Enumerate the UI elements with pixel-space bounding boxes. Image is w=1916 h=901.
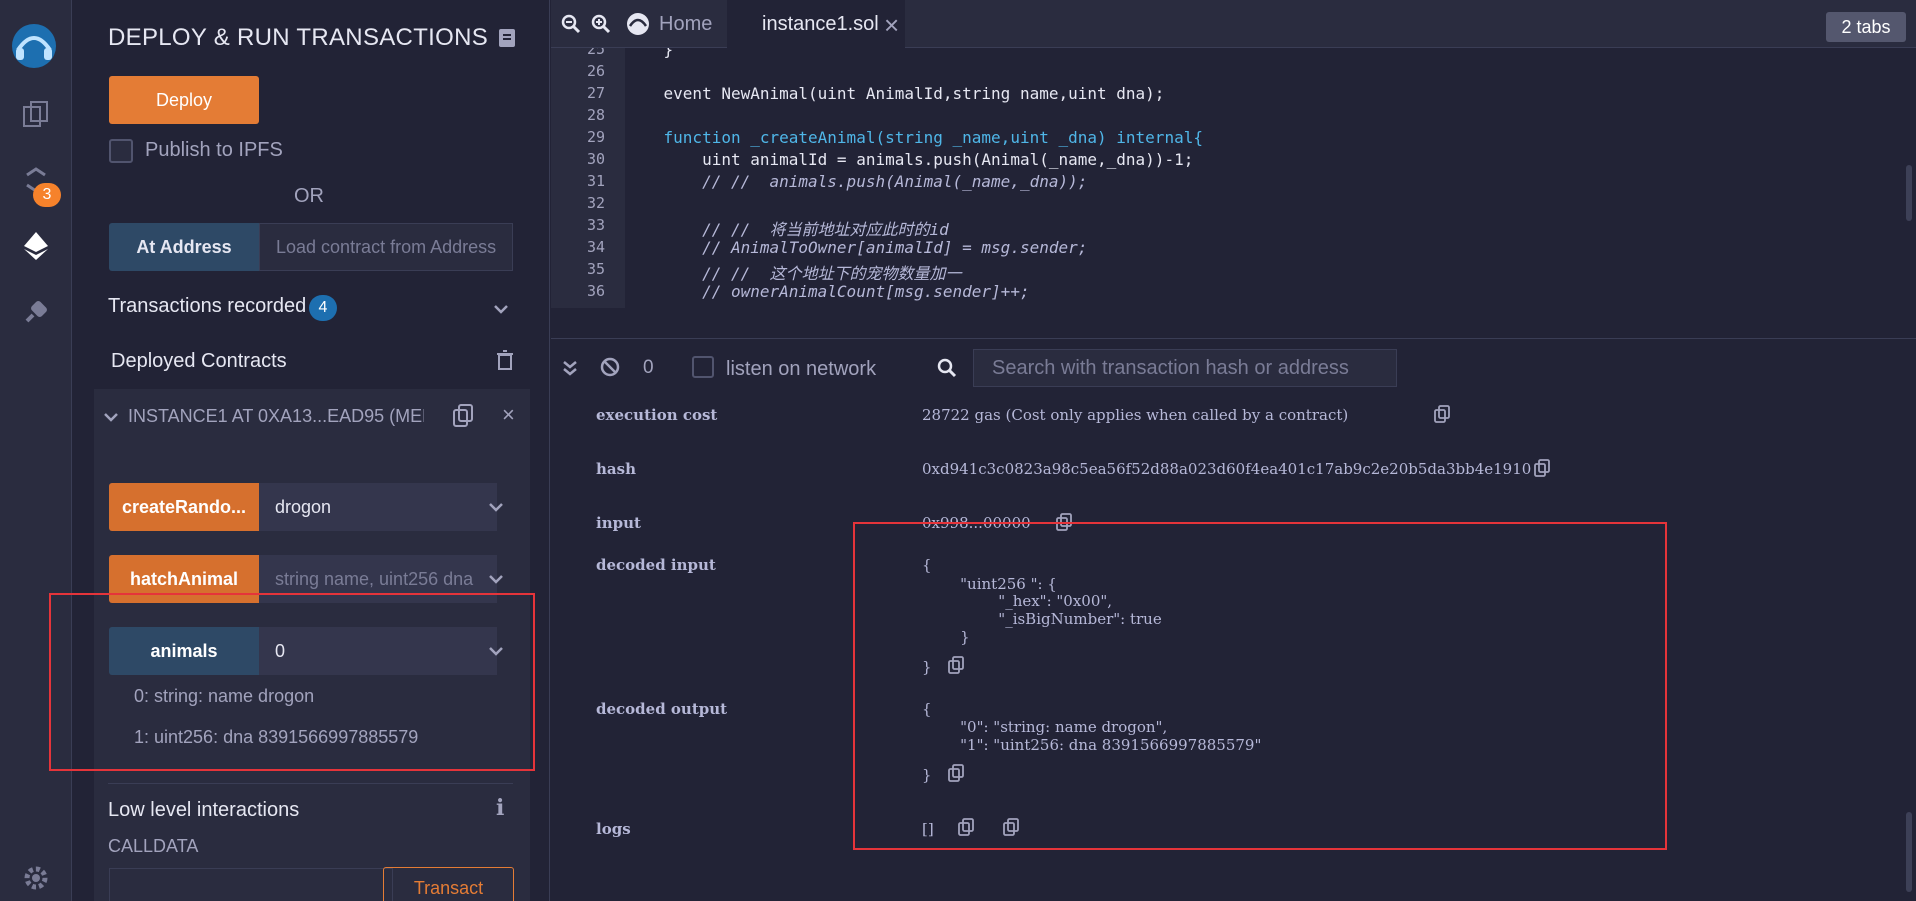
clear-console-icon[interactable]	[600, 357, 620, 382]
execution-cost-value: 28722 gas (Cost only applies when called…	[922, 406, 1349, 424]
decoded-output-label: decoded output	[596, 700, 728, 718]
instance-chevron-icon[interactable]	[100, 406, 122, 428]
tabs-dropdown[interactable]: 2 tabs	[1826, 12, 1906, 42]
listen-network-checkbox[interactable]	[692, 356, 714, 378]
plugin-badge: 3	[33, 183, 61, 207]
at-address-input[interactable]: Load contract from Address	[259, 223, 513, 271]
documentation-icon[interactable]	[497, 27, 517, 54]
deploy-run-icon[interactable]	[14, 224, 58, 268]
home-icon[interactable]	[625, 11, 651, 42]
zoom-out-icon[interactable]	[561, 14, 581, 39]
fn-createRandom-input[interactable]: drogon	[259, 483, 497, 531]
publish-ipfs-checkbox[interactable]	[109, 139, 133, 163]
highlight-box-panel	[49, 593, 535, 771]
listen-network-label: listen on network	[726, 358, 877, 380]
editor-tab-bar: Home	[551, 0, 1916, 48]
info-icon[interactable]: i	[496, 795, 504, 821]
settings-gear-icon[interactable]	[14, 856, 58, 900]
transactions-count-badge: 4	[309, 295, 337, 321]
transaction-search-input[interactable]: Search with transaction hash or address	[973, 349, 1397, 387]
deployed-contracts-label: Deployed Contracts	[111, 350, 287, 372]
fn-createRandom-button[interactable]: createRando...	[109, 483, 259, 531]
at-address-button[interactable]: At Address	[109, 223, 259, 271]
remix-ide: 3 DEPLOY & RUN TRANSACTIONS Deploy Publi…	[0, 0, 1916, 901]
hash-label: hash	[596, 460, 636, 478]
terminal-scrollbar[interactable]	[1906, 812, 1912, 892]
collapse-terminal-icon[interactable]	[562, 360, 578, 381]
tab-close-icon[interactable]: ×	[884, 10, 899, 41]
copy-address-icon[interactable]	[452, 404, 474, 433]
panel-title: DEPLOY & RUN TRANSACTIONS	[108, 24, 489, 51]
trash-icon[interactable]	[496, 350, 514, 375]
fn-hatchAnimal-chevron-icon[interactable]	[485, 568, 507, 590]
transact-button[interactable]: Transact	[383, 867, 514, 901]
decoded-input-label: decoded input	[596, 556, 716, 574]
copy-icon[interactable]	[1534, 459, 1550, 482]
plugin-manager-icon[interactable]	[14, 290, 58, 334]
logs-label: logs	[596, 820, 631, 838]
pending-tx-count: 0	[643, 357, 654, 378]
hash-value: 0xd941c3c0823a98c5ea56f52d88a023d60f4ea4…	[922, 460, 1532, 478]
search-icon	[937, 358, 957, 383]
zoom-in-icon[interactable]	[591, 14, 611, 39]
code-editor[interactable]: 25 } 26 27 event NewAnimal(uint AnimalId…	[551, 48, 1916, 308]
or-divider: OR	[294, 185, 324, 207]
chevron-down-icon[interactable]	[490, 298, 512, 320]
deploy-button[interactable]: Deploy	[109, 76, 259, 124]
fn-createRandom-chevron-icon[interactable]	[485, 496, 507, 518]
copy-icon[interactable]	[1434, 405, 1450, 428]
input-label: input	[596, 514, 641, 532]
divider	[108, 783, 513, 784]
transactions-recorded-label[interactable]: Transactions recorded	[108, 295, 306, 318]
execution-cost-label: execution cost	[596, 406, 718, 424]
tab-home[interactable]: Home	[659, 13, 712, 36]
tab-instance1-label[interactable]: instance1.sol	[762, 13, 879, 36]
publish-ipfs-label: Publish to IPFS	[145, 139, 283, 161]
close-instance-icon[interactable]: ×	[502, 402, 515, 428]
highlight-box-terminal	[853, 522, 1667, 850]
low-level-label: Low level interactions	[108, 799, 300, 821]
editor-scrollbar[interactable]	[1906, 165, 1912, 221]
instance-title: INSTANCE1 AT 0XA13...EAD95 (MEMORY)	[128, 406, 424, 426]
remix-logo-icon[interactable]	[6, 18, 62, 74]
file-explorer-icon[interactable]	[14, 92, 58, 136]
calldata-input[interactable]	[109, 868, 393, 901]
calldata-label: CALLDATA	[108, 836, 199, 856]
